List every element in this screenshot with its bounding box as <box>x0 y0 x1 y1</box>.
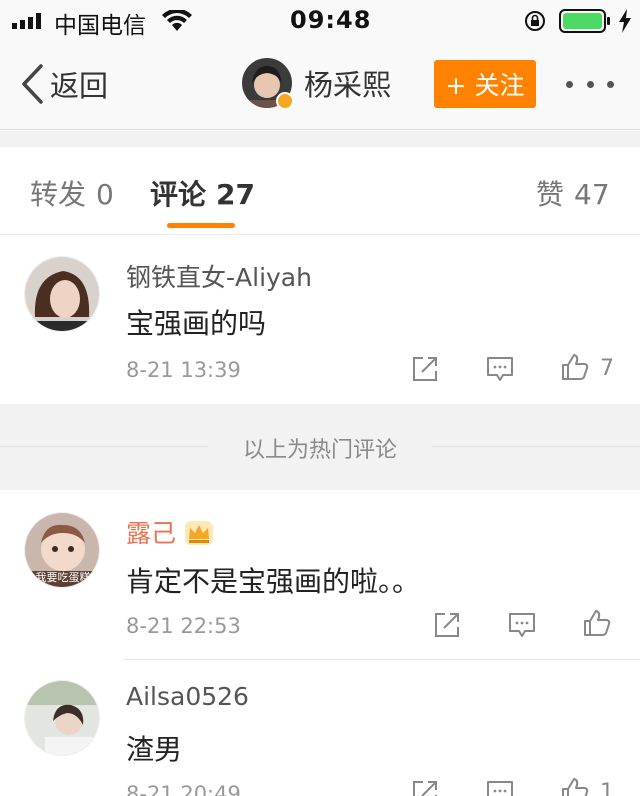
like-icon[interactable] <box>560 352 590 382</box>
tab-count: 0 <box>96 178 114 211</box>
comment-item: 我要吃蛋糕 露己 肯定不是宝强画的啦。。 8-21 22:53 <box>0 490 640 660</box>
tab-label: 赞 <box>536 178 565 211</box>
comment-author[interactable]: 钢铁直女-Aliyah <box>126 258 312 294</box>
tab-label: 评论 <box>150 178 207 211</box>
share-icon[interactable] <box>432 610 462 640</box>
reply-icon[interactable] <box>485 354 515 384</box>
comment-author-name: 露己 <box>126 519 177 548</box>
share-icon[interactable] <box>410 354 440 384</box>
share-icon[interactable] <box>410 778 440 796</box>
clock: 09:48 <box>290 6 372 34</box>
more-icon[interactable] <box>566 77 614 91</box>
rotation-lock-icon <box>525 11 545 31</box>
tab-label: 转发 <box>30 178 87 211</box>
wifi-icon <box>162 10 192 31</box>
reply-icon[interactable] <box>485 778 515 796</box>
comment-text: 宝强画的吗 <box>126 307 267 340</box>
active-tab-indicator <box>167 223 235 228</box>
comment-item: Ailsa0526 渣男 8-21 20:49 1 <box>0 660 640 796</box>
navigation-bar: 返回 杨采熙 + 关注 <box>0 40 640 130</box>
nav-user[interactable]: 杨采熙 <box>242 58 391 108</box>
tab-comments[interactable]: 评论 27 <box>150 173 255 213</box>
comment-author[interactable]: Ailsa0526 <box>126 682 249 711</box>
back-chevron-icon <box>22 64 43 104</box>
comment-text: 肯定不是宝强画的啦。。 <box>126 565 421 598</box>
comment-tabs: 转发 0 评论 27 赞 47 <box>0 147 640 235</box>
like-icon[interactable] <box>582 608 612 638</box>
signal-icon <box>12 13 41 29</box>
tab-likes[interactable]: 赞 47 <box>536 173 610 213</box>
follow-button[interactable]: + 关注 <box>434 60 536 108</box>
comment-time: 8-21 20:49 <box>126 782 241 796</box>
comment-text: 渣男 <box>126 733 183 766</box>
verified-badge-icon <box>276 92 294 110</box>
like-count: 1 <box>600 780 614 796</box>
comment-time: 8-21 13:39 <box>126 358 241 382</box>
back-label: 返回 <box>50 69 109 103</box>
hot-comments-label: 以上为热门评论 <box>242 438 397 463</box>
hot-comment: 钢铁直女-Aliyah 宝强画的吗 8-21 13:39 7 <box>0 236 640 404</box>
comment-time: 8-21 22:53 <box>126 614 241 638</box>
avatar-caption: 我要吃蛋糕 <box>35 571 91 584</box>
comment-author[interactable]: 露己 <box>126 514 214 550</box>
carrier-label: 中国电信 <box>54 13 146 39</box>
tab-count: 47 <box>574 178 610 211</box>
back-button[interactable]: 返回 <box>20 62 108 106</box>
section-gap <box>0 131 640 147</box>
reply-icon[interactable] <box>507 610 537 640</box>
like-count: 7 <box>600 356 614 381</box>
avatar[interactable]: 我要吃蛋糕 <box>24 512 100 588</box>
crown-icon <box>185 521 214 545</box>
hot-comments-divider: 以上为热门评论 <box>0 404 640 490</box>
status-bar: 中国电信 09:48 <box>0 0 640 40</box>
nav-username: 杨采熙 <box>304 68 392 102</box>
tab-count: 27 <box>216 178 255 211</box>
battery-icon <box>559 9 610 33</box>
tab-reposts[interactable]: 转发 0 <box>30 173 114 213</box>
avatar[interactable] <box>24 680 100 756</box>
avatar[interactable] <box>24 256 100 332</box>
like-icon[interactable] <box>560 776 590 796</box>
divider-line <box>432 446 640 447</box>
charging-icon <box>619 9 631 33</box>
